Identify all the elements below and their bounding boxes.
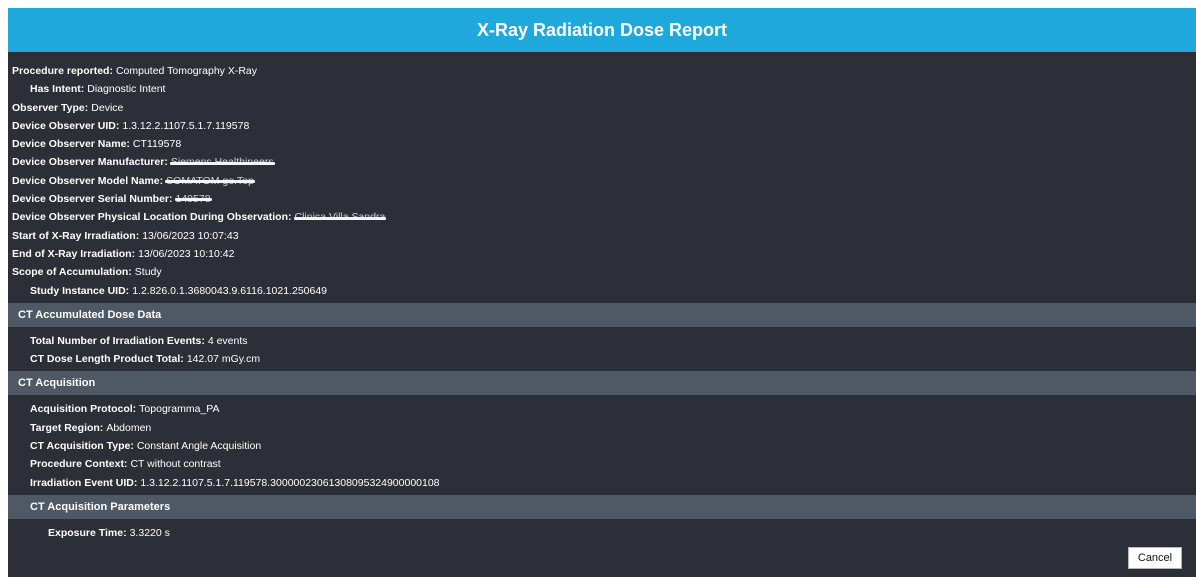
has-intent-label: Has Intent:: [30, 83, 85, 96]
accumulated-dose-section-header: CT Accumulated Dose Data: [8, 302, 1196, 327]
procedure-reported-value: Computed Tomography X-Ray: [115, 65, 257, 77]
acquisition-type-label: CT Acquisition Type:: [30, 440, 134, 453]
device-observer-uid-label: Device Observer UID:: [12, 119, 120, 132]
device-observer-manufacturer-row: Device Observer Manufacturer: Siemens Hea…: [8, 153, 1196, 171]
study-instance-uid-row: Study Instance UID: 1.2.826.0.1.3680043.9…: [8, 282, 1196, 300]
report-content: Procedure reported: Computed Tomography X…: [8, 52, 1196, 542]
device-observer-manufacturer-value: Siemens Healthineers: [169, 153, 275, 171]
irradiation-event-uid-row: Irradiation Event UID: 1.3.12.2.1107.5.1.…: [8, 474, 1196, 492]
cancel-button[interactable]: Cancel: [1128, 547, 1182, 569]
scope-of-accumulation-value: Study: [134, 266, 162, 279]
device-observer-location-value: Clinica Villa Sandra: [293, 208, 387, 226]
start-irradiation-value: 13/06/2023 10:07:43: [142, 229, 239, 242]
acquisition-type-row: CT Acquisition Type: Constant Angle Acqui…: [8, 437, 1196, 455]
procedure-reported-label: Procedure reported:: [12, 65, 113, 77]
device-observer-name-label: Device Observer Name:: [12, 138, 130, 151]
acquisition-type-value: Constant Angle Acquisition: [136, 440, 262, 453]
end-irradiation-label: End of X-Ray Irradiation:: [12, 247, 136, 260]
device-observer-model-label: Device Observer Model Name:: [12, 174, 164, 187]
observer-type-label: Observer Type:: [12, 101, 89, 114]
target-region-value: Abdomen: [106, 421, 152, 434]
acquisition-protocol-value: Topogramma_PA: [139, 403, 220, 416]
total-events-row: Total Number of Irradiation Events: 4 eve…: [8, 332, 1196, 350]
scope-of-accumulation-label: Scope of Accumulation:: [12, 266, 132, 279]
acquisition-parameters-section-header: CT Acquisition Parameters: [8, 494, 1196, 519]
device-observer-uid-value: 1.3.12.2.1107.5.1.7.119578: [122, 119, 250, 132]
device-observer-location-row: Device Observer Physical Location During…: [8, 208, 1196, 226]
target-region-row: Target Region: Abdomen: [8, 419, 1196, 437]
title-bar: X-Ray Radiation Dose Report: [8, 8, 1196, 52]
device-observer-serial-label: Device Observer Serial Number:: [12, 193, 173, 206]
exposure-time-label: Exposure Time:: [48, 526, 127, 539]
dose-report-window: X-Ray Radiation Dose Report Procedure re…: [8, 8, 1196, 577]
device-observer-model-row: Device Observer Model Name: SOMATOM go.To…: [8, 172, 1196, 190]
acquisition-protocol-row: Acquisition Protocol: Topogramma_PA: [8, 400, 1196, 418]
device-observer-uid-row: Device Observer UID: 1.3.12.2.1107.5.1.7.…: [8, 117, 1196, 135]
exposure-time-row: Exposure Time: 3.3220 s: [8, 524, 1196, 542]
has-intent-row: Has Intent: Diagnostic Intent: [8, 80, 1196, 98]
has-intent-value: Diagnostic Intent: [87, 83, 166, 96]
end-irradiation-value: 13/06/2023 10:10:42: [138, 247, 235, 260]
observer-type-value: Device: [91, 101, 124, 114]
procedure-context-label: Procedure Context:: [30, 458, 128, 471]
acquisition-section-header: CT Acquisition: [8, 371, 1196, 396]
exposure-time-value: 3.3220 s: [129, 526, 170, 539]
total-events-value: 4 events: [207, 334, 248, 347]
irradiation-event-uid-value: 1.3.12.2.1107.5.1.7.119578.3000002306130…: [140, 476, 440, 489]
report-title: X-Ray Radiation Dose Report: [476, 19, 728, 40]
scope-of-accumulation-row: Scope of Accumulation: Study: [8, 263, 1196, 281]
device-observer-manufacturer-label: Device Observer Manufacturer:: [12, 156, 168, 169]
device-observer-model-value: SOMATOM go.Top: [165, 172, 255, 190]
study-instance-uid-label: Study Instance UID:: [30, 284, 130, 297]
dlp-total-label: CT Dose Length Product Total:: [30, 353, 184, 366]
procedure-reported-row: Procedure reported: Computed Tomography X…: [8, 62, 1196, 80]
total-events-label: Total Number of Irradiation Events:: [30, 334, 205, 347]
irradiation-event-uid-label: Irradiation Event UID:: [30, 476, 138, 489]
acquisition-protocol-label: Acquisition Protocol:: [30, 403, 137, 416]
procedure-context-row: Procedure Context: CT without contrast: [8, 455, 1196, 473]
procedure-context-value: CT without contrast: [130, 458, 221, 471]
start-irradiation-row: Start of X-Ray Irradiation: 13/06/2023 10…: [8, 227, 1196, 245]
dlp-total-value: 142.07 mGy.cm: [186, 353, 261, 366]
start-irradiation-label: Start of X-Ray Irradiation:: [12, 229, 140, 242]
device-observer-serial-value: 149578: [174, 190, 212, 208]
device-observer-serial-row: Device Observer Serial Number: 149578: [8, 190, 1196, 208]
target-region-label: Target Region:: [30, 421, 104, 434]
device-observer-name-value: CT119578: [132, 138, 182, 151]
dlp-total-row: CT Dose Length Product Total: 142.07 mGy.…: [8, 350, 1196, 368]
end-irradiation-row: End of X-Ray Irradiation: 13/06/2023 10:1…: [8, 245, 1196, 263]
observer-type-row: Observer Type: Device: [8, 99, 1196, 117]
device-observer-name-row: Device Observer Name: CT119578: [8, 135, 1196, 153]
study-instance-uid-value: 1.2.826.0.1.3680043.9.6116.1021.250649: [132, 284, 328, 297]
device-observer-location-label: Device Observer Physical Location During…: [12, 211, 292, 224]
